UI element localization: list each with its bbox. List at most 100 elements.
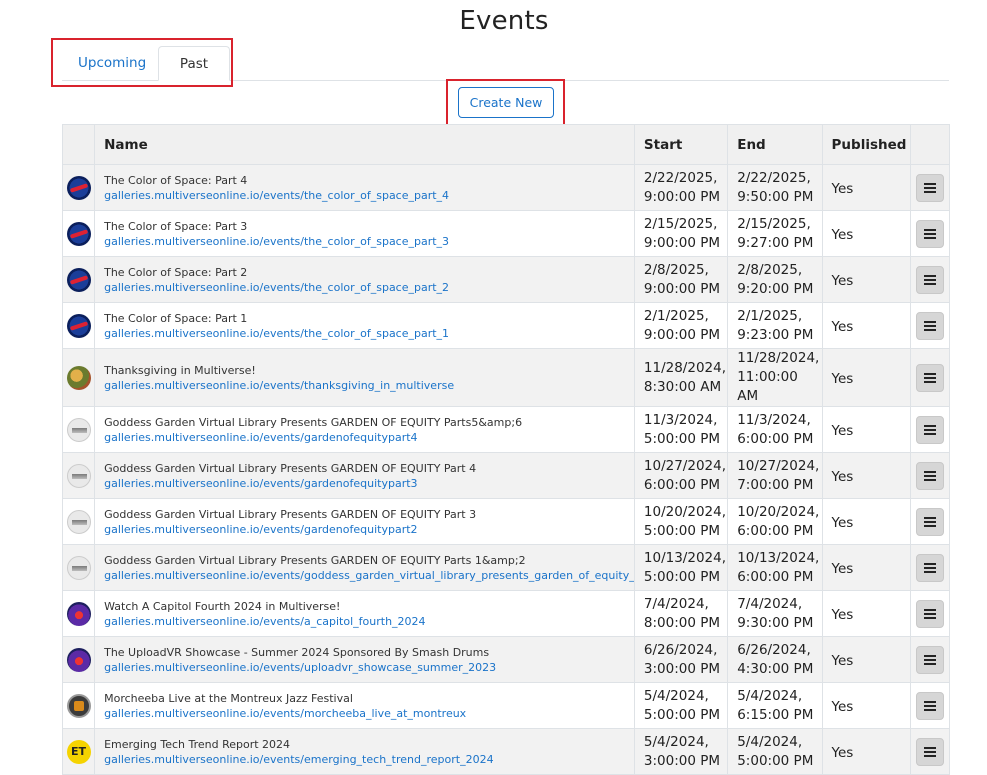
start-time: 6:00:00 PM xyxy=(643,476,721,493)
event-name-cell: Goddess Garden Virtual Library Presents … xyxy=(94,406,635,453)
hamburger-icon-bar xyxy=(923,612,936,615)
nasa-logo-icon xyxy=(66,175,91,200)
event-url-link[interactable]: galleries.multiverseonline.io/events/gar… xyxy=(95,430,634,445)
event-thumbnail-cell xyxy=(61,256,96,303)
hamburger-icon-bar xyxy=(923,750,936,753)
row-menu-button[interactable] xyxy=(915,265,944,294)
row-menu-button[interactable] xyxy=(915,737,944,766)
published-value: Yes xyxy=(831,653,854,669)
event-url-link[interactable]: galleries.multiverseonline.io/events/the… xyxy=(95,234,634,249)
hamburger-icon xyxy=(923,700,936,703)
event-url-link[interactable]: galleries.multiverseonline.io/events/eme… xyxy=(95,752,634,767)
event-url-link[interactable]: galleries.multiverseonline.io/events/a_c… xyxy=(95,614,634,629)
table-row: Goddess Garden Virtual Library Presents … xyxy=(61,544,951,591)
event-url-link[interactable]: galleries.multiverseonline.io/events/gar… xyxy=(95,522,634,537)
row-menu-button[interactable] xyxy=(915,363,944,392)
hamburger-icon xyxy=(923,320,936,323)
nasa-logo-icon xyxy=(66,221,91,246)
event-end-cell: 10/20/2024, 6:00:00 PM xyxy=(727,498,823,545)
event-actions-cell xyxy=(909,682,951,729)
end-date: 2/15/2025, xyxy=(737,215,811,232)
header-actions xyxy=(909,124,951,165)
table-row: The Color of Space: Part 1 galleries.mult… xyxy=(61,302,951,349)
published-value: Yes xyxy=(831,371,854,387)
table-row: Watch A Capitol Fourth 2024 in Multivers… xyxy=(61,590,951,637)
end-time: 6:15:00 PM xyxy=(737,706,814,723)
hamburger-icon-bar xyxy=(923,754,936,757)
event-start-cell: 2/22/2025, 9:00:00 PM xyxy=(633,164,729,211)
start-date: 5/4/2024, xyxy=(643,733,709,750)
start-time: 9:00:00 PM xyxy=(643,280,721,297)
event-url-link[interactable]: galleries.multiverseonline.io/events/the… xyxy=(95,188,634,203)
page-title: Events xyxy=(459,6,549,36)
hamburger-icon xyxy=(923,424,936,427)
hamburger-icon-bar xyxy=(923,432,936,435)
event-thumbnail-cell xyxy=(61,636,96,683)
row-menu-button[interactable] xyxy=(915,553,944,582)
start-time: 8:00:00 PM xyxy=(643,614,721,631)
row-menu-button[interactable] xyxy=(915,645,944,674)
montreux-thumbnail-icon xyxy=(66,693,91,718)
end-time: 9:27:00 PM xyxy=(737,234,814,251)
event-end-cell: 7/4/2024, 9:30:00 PM xyxy=(727,590,823,637)
event-title: The Color of Space: Part 4 xyxy=(104,173,248,187)
event-actions-cell xyxy=(909,256,951,303)
event-end-cell: 6/26/2024, 4:30:00 PM xyxy=(727,636,823,683)
event-name-cell: Goddess Garden Virtual Library Presents … xyxy=(94,498,635,545)
start-date: 10/13/2024, xyxy=(643,549,727,566)
end-date: 10/20/2024, xyxy=(737,503,820,520)
end-time: 4:30:00 PM xyxy=(737,660,814,677)
event-start-cell: 5/4/2024, 3:00:00 PM xyxy=(633,728,729,775)
header-start: Start xyxy=(633,124,729,165)
row-menu-button[interactable] xyxy=(915,599,944,628)
start-date: 11/28/2024, xyxy=(643,359,727,376)
event-start-cell: 10/13/2024, 5:00:00 PM xyxy=(633,544,729,591)
end-date: 10/27/2024, xyxy=(737,457,820,474)
hamburger-icon xyxy=(923,470,936,473)
hamburger-icon-bar xyxy=(923,520,936,523)
hamburger-icon-bar xyxy=(923,616,936,619)
row-menu-button[interactable] xyxy=(915,415,944,444)
table-row: The Color of Space: Part 4 galleries.mult… xyxy=(61,164,951,211)
event-thumbnail-cell xyxy=(61,452,96,499)
event-name-cell: The Color of Space: Part 4 galleries.mult… xyxy=(94,164,635,211)
event-name-cell: Morcheeba Live at the Montreux Jazz Fest… xyxy=(94,682,635,729)
row-menu-button[interactable] xyxy=(915,461,944,490)
row-menu-button[interactable] xyxy=(915,691,944,720)
hamburger-icon xyxy=(923,608,936,611)
end-time: 9:20:00 PM xyxy=(737,280,814,297)
event-url-link[interactable]: galleries.multiverseonline.io/events/upl… xyxy=(95,660,634,675)
end-time: 9:23:00 PM xyxy=(737,326,814,343)
event-url-link[interactable]: galleries.multiverseonline.io/events/tha… xyxy=(95,378,634,393)
event-published-cell: Yes xyxy=(821,498,911,545)
row-menu-button[interactable] xyxy=(915,311,944,340)
event-url-link[interactable]: galleries.multiverseonline.io/events/gar… xyxy=(95,476,634,491)
event-actions-cell xyxy=(909,636,951,683)
end-date: 7/4/2024, xyxy=(737,595,803,612)
start-date: 5/4/2024, xyxy=(643,687,709,704)
event-published-cell: Yes xyxy=(821,636,911,683)
hamburger-icon-bar xyxy=(923,190,936,193)
event-published-cell: Yes xyxy=(821,256,911,303)
event-url-link[interactable]: galleries.multiverseonline.io/events/the… xyxy=(95,326,634,341)
event-title: Goddess Garden Virtual Library Presents … xyxy=(104,415,523,429)
hamburger-icon-bar xyxy=(923,380,936,383)
hamburger-icon-bar xyxy=(923,282,936,285)
hamburger-icon-bar xyxy=(923,478,936,481)
published-value: Yes xyxy=(831,607,854,623)
published-value: Yes xyxy=(831,561,854,577)
hamburger-icon-bar xyxy=(923,232,936,235)
event-published-cell: Yes xyxy=(821,544,911,591)
event-title: The Color of Space: Part 2 xyxy=(104,265,248,279)
event-url-link[interactable]: galleries.multiverseonline.io/events/the… xyxy=(95,280,634,295)
row-menu-button[interactable] xyxy=(915,507,944,536)
event-url-link[interactable]: galleries.multiverseonline.io/events/god… xyxy=(95,568,634,583)
row-menu-button[interactable] xyxy=(915,219,944,248)
event-url-link[interactable]: galleries.multiverseonline.io/events/mor… xyxy=(95,706,634,721)
goddess-garden-thumbnail-icon xyxy=(66,509,91,534)
end-time: 6:00:00 PM xyxy=(737,568,814,585)
row-menu-button[interactable] xyxy=(915,173,944,202)
published-value: Yes xyxy=(831,745,854,761)
start-date: 6/26/2024, xyxy=(643,641,718,658)
end-date: 5/4/2024, xyxy=(737,687,803,704)
